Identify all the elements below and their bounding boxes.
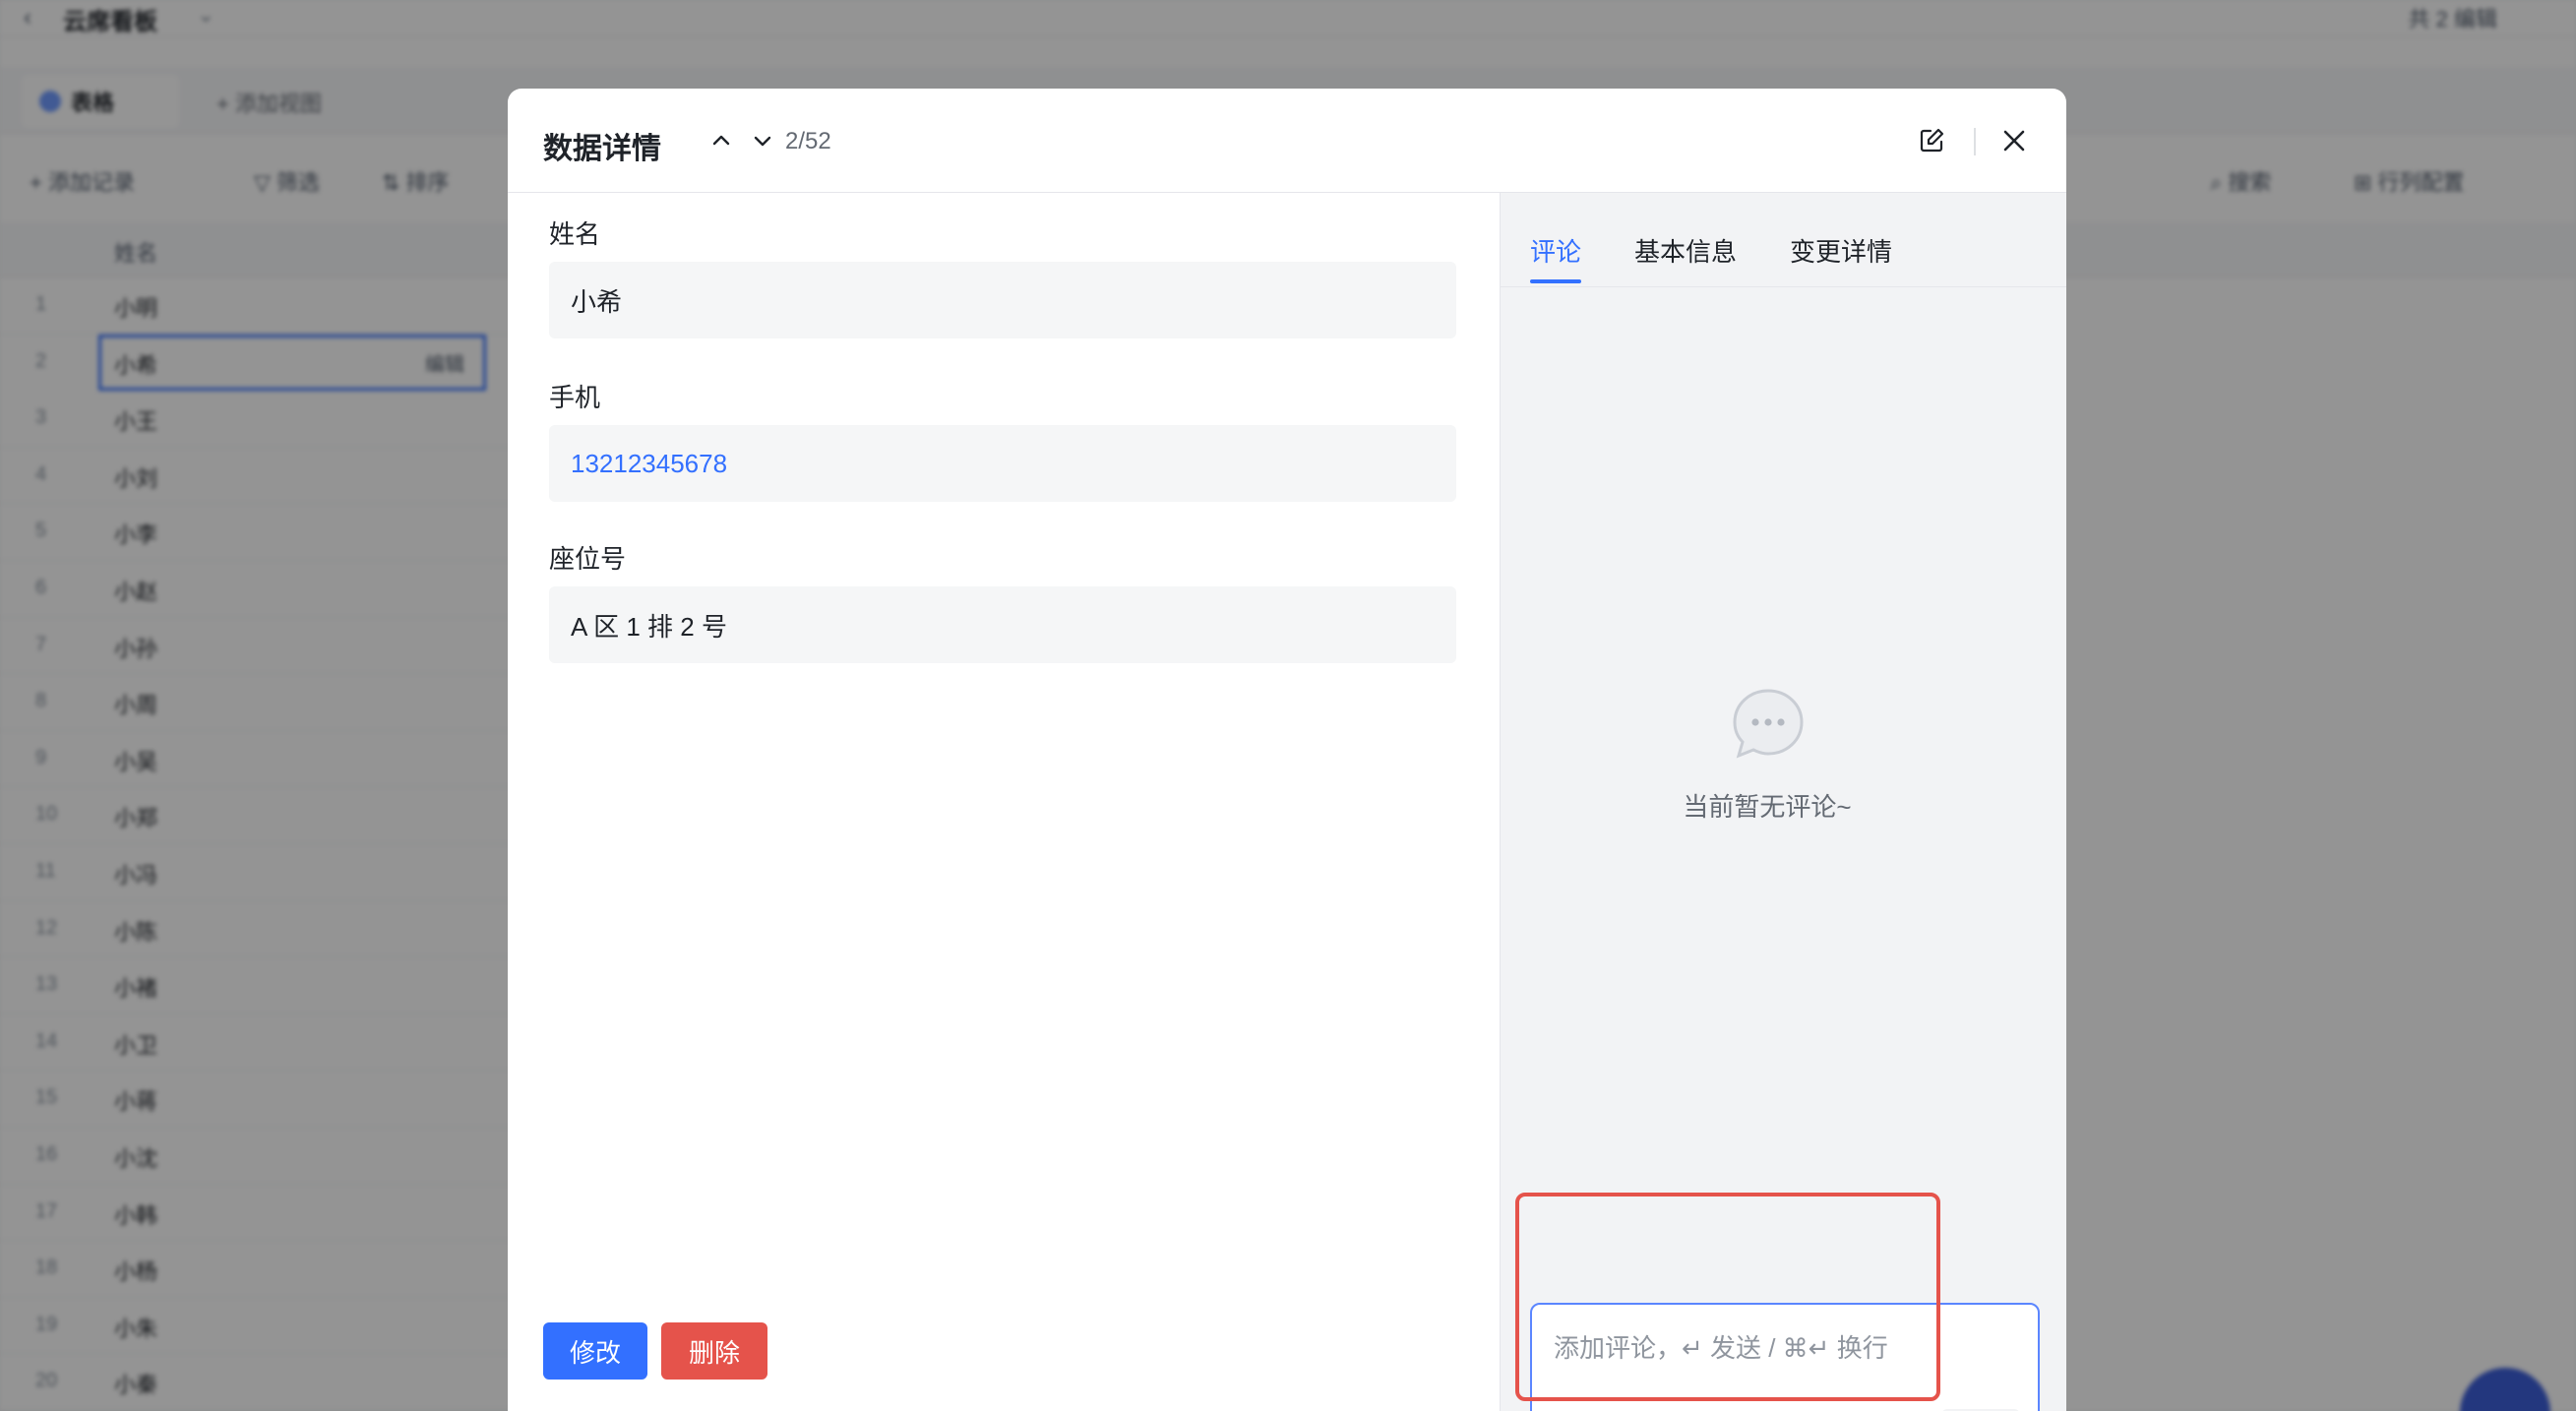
field-label-name: 姓名 xyxy=(549,219,601,249)
record-detail-modal: 数据详情 2/52 姓名 小希 手机 13212345678 座位号 A 区 1… xyxy=(508,89,2066,1411)
edit-icon xyxy=(1920,128,1944,153)
next-record-button[interactable] xyxy=(746,124,779,157)
field-value-name: 小希 xyxy=(549,262,1456,338)
header-divider xyxy=(1974,128,1976,155)
delete-button[interactable]: 删除 xyxy=(661,1322,767,1380)
prev-record-button[interactable] xyxy=(705,124,738,157)
chevron-down-icon xyxy=(754,136,771,147)
tab-change-details[interactable]: 变更详情 xyxy=(1790,232,1892,269)
chevron-up-icon xyxy=(712,135,730,146)
field-label-seat: 座位号 xyxy=(549,544,627,574)
close-icon xyxy=(2003,130,2025,152)
modal-header: 数据详情 2/52 xyxy=(508,89,2066,193)
empty-comments-text: 当前暂无评论~ xyxy=(1683,792,1852,822)
field-value-seat: A 区 1 排 2 号 xyxy=(549,586,1456,663)
field-label-phone: 手机 xyxy=(549,383,601,412)
comment-panel: 评论 基本信息 变更详情 当前暂无评论~ 添加评论，↵ 发送 / ⌘↵ 换行 发… xyxy=(1500,193,2066,1411)
comment-input-box[interactable]: 添加评论，↵ 发送 / ⌘↵ 换行 发送 xyxy=(1530,1303,2040,1411)
close-button[interactable] xyxy=(1995,122,2033,159)
modal-title: 数据详情 xyxy=(543,133,661,165)
tab-comments[interactable]: 评论 xyxy=(1530,232,1581,269)
record-form: 姓名 小希 手机 13212345678 座位号 A 区 1 排 2 号 xyxy=(508,193,1500,1411)
field-value-phone[interactable]: 13212345678 xyxy=(549,425,1456,502)
side-tabs: 评论 基本信息 变更详情 xyxy=(1501,193,2066,287)
active-tab-indicator xyxy=(1530,279,1581,283)
record-pager: 2/52 xyxy=(785,128,831,154)
empty-comment-icon xyxy=(1733,689,1804,759)
comment-input[interactable]: 添加评论，↵ 发送 / ⌘↵ 换行 xyxy=(1554,1328,1888,1365)
edit-button[interactable]: 修改 xyxy=(543,1322,647,1380)
edit-record-button[interactable] xyxy=(1913,122,1950,159)
tab-basic-info[interactable]: 基本信息 xyxy=(1634,232,1737,269)
